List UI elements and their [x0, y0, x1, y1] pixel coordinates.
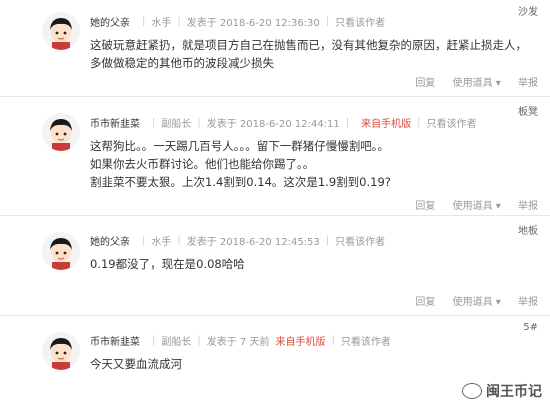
- use-item-button[interactable]: 使用道具 ▾: [453, 78, 501, 89]
- user-rank: 副船长: [161, 337, 192, 348]
- post-meta: 币市新韭菜 | 副船长 | 发表于 2018-6-20 12:44:11 | 来…: [90, 115, 477, 130]
- use-item-button[interactable]: 使用道具 ▾: [453, 297, 501, 308]
- post-text-line: 这帮狗比。。一天踢几百号人。。。留下一群猪仔慢慢割吧。。: [90, 139, 389, 153]
- reply-button[interactable]: 回复: [415, 201, 435, 212]
- post-actions: 回复 使用道具 ▾ 举报: [401, 197, 538, 212]
- post-meta: 她的父亲 | 水手 | 发表于 2018-6-20 12:36:30 | 只看该…: [90, 14, 386, 29]
- post-text-line: 今天又要血流成河: [90, 357, 182, 371]
- post-text-line: 如果你去火币群讨论。他们也能给你踢了。。: [90, 157, 315, 171]
- post-text-line: 这破玩意赶紧扔，就是项目方自己在抛售而已，没有其他复杂的原因，赶紧止损走人，多做…: [90, 38, 527, 70]
- user-rank: 水手: [151, 18, 172, 29]
- use-item-button[interactable]: 使用道具 ▾: [453, 201, 501, 212]
- mobile-source-link[interactable]: 来自手机版: [275, 333, 325, 348]
- post-actions: 回复 使用道具 ▾ 举报: [401, 74, 538, 89]
- only-author-link[interactable]: 只看该作者: [335, 14, 385, 29]
- avatar-image: [42, 232, 80, 270]
- avatar[interactable]: [42, 113, 80, 151]
- only-author-link[interactable]: 只看该作者: [335, 233, 385, 248]
- user-rank: 水手: [151, 237, 172, 248]
- post-2: 币市新韭菜 | 副船长 | 发表于 2018-6-20 12:44:11 | 来…: [0, 97, 550, 217]
- post-time: 发表于 2018-6-20 12:44:11: [206, 119, 340, 130]
- report-button[interactable]: 举报: [518, 201, 538, 212]
- post-meta: 她的父亲 | 水手 | 发表于 2018-6-20 12:45:53 | 只看该…: [90, 233, 386, 248]
- floor-label[interactable]: 板凳: [518, 103, 538, 118]
- post-text-line: 0.19都没了，现在是0.08哈哈: [90, 257, 245, 271]
- avatar[interactable]: [42, 12, 80, 50]
- only-author-link[interactable]: 只看该作者: [341, 333, 391, 348]
- avatar[interactable]: [42, 232, 80, 270]
- avatar-image: [42, 113, 80, 151]
- post-actions: 回复 使用道具 ▾ 举报: [401, 293, 538, 308]
- post-3: 她的父亲 | 水手 | 发表于 2018-6-20 12:45:53 | 只看该…: [0, 216, 550, 316]
- avatar[interactable]: [42, 332, 80, 370]
- post-meta: 币市新韭菜 | 副船长 | 发表于 7 天前 来自手机版 | 只看该作者: [90, 333, 391, 348]
- watermark: 闽王币记: [462, 381, 542, 401]
- avatar-image: [42, 12, 80, 50]
- report-button[interactable]: 举报: [518, 297, 538, 308]
- post-1: 她的父亲 | 水手 | 发表于 2018-6-20 12:36:30 | 只看该…: [0, 0, 550, 95]
- post-text-line: 割韭菜不要太狠。上次1.4割到0.14。这次是1.9割到0.19?: [90, 175, 391, 189]
- only-author-link[interactable]: 只看该作者: [427, 115, 477, 130]
- watermark-text: 闽王币记: [486, 384, 542, 400]
- author-name[interactable]: 币市新韭菜: [90, 333, 140, 348]
- reply-button[interactable]: 回复: [415, 297, 435, 308]
- post-content: 这帮狗比。。一天踢几百号人。。。留下一群猪仔慢慢割吧。。 如果你去火币群讨论。他…: [90, 137, 530, 191]
- author-name[interactable]: 币市新韭菜: [90, 115, 140, 130]
- post-time: 发表于 2018-6-20 12:45:53: [186, 237, 320, 248]
- post-content: 0.19都没了，现在是0.08哈哈: [90, 255, 530, 273]
- mobile-source-link[interactable]: 来自手机版: [361, 115, 411, 130]
- author-name[interactable]: 她的父亲: [90, 14, 130, 29]
- post-time: 发表于 2018-6-20 12:36:30: [186, 18, 320, 29]
- post-content: 这破玩意赶紧扔，就是项目方自己在抛售而已，没有其他复杂的原因，赶紧止损走人，多做…: [90, 36, 530, 72]
- floor-label[interactable]: 5#: [523, 322, 538, 333]
- floor-label[interactable]: 地板: [518, 222, 538, 237]
- author-name[interactable]: 她的父亲: [90, 233, 130, 248]
- post-time: 发表于 7 天前: [206, 337, 270, 348]
- floor-label[interactable]: 沙发: [518, 3, 538, 18]
- user-rank: 副船长: [161, 119, 192, 130]
- wechat-icon: [462, 383, 482, 399]
- reply-button[interactable]: 回复: [415, 78, 435, 89]
- avatar-image: [42, 332, 80, 370]
- post-content: 今天又要血流成河: [90, 355, 530, 373]
- report-button[interactable]: 举报: [518, 78, 538, 89]
